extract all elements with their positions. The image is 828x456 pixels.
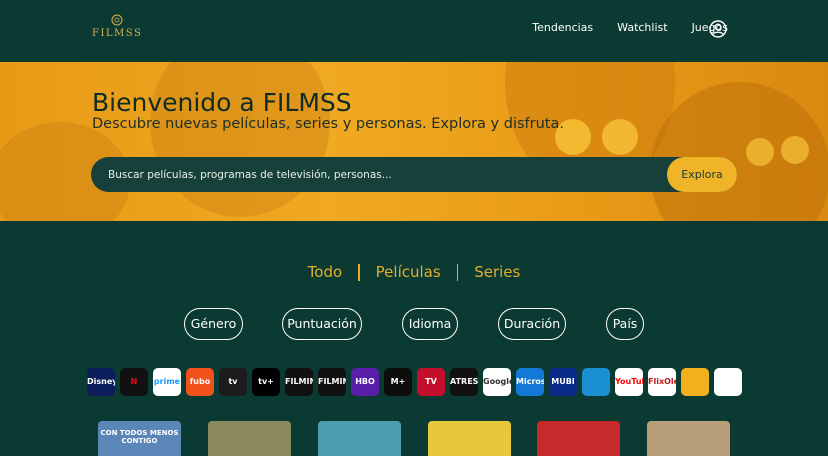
provider-apple-tv-icon[interactable]: tv [219,368,247,396]
search-input[interactable] [91,157,651,192]
filter-duracion[interactable]: Duración [498,308,566,340]
logo-emblem-icon [111,14,123,26]
nav-watchlist[interactable]: Watchlist [617,21,667,34]
provider-netflix-icon[interactable]: N [120,368,148,396]
provider-youtube-premium-icon[interactable]: YouTube Premium [615,368,643,396]
provider-mubi-icon[interactable]: MUBI [549,368,577,396]
provider-prime-video-icon[interactable]: prime video [153,368,181,396]
provider-fubo-icon[interactable]: fubo [186,368,214,396]
poster-1[interactable]: CON TODOS MENOS CONTIGO [98,421,181,456]
hero-banner: Bienvenido a FILMSS Descubre nuevas pelí… [0,62,828,221]
provider-filmin-kids-icon[interactable] [582,368,610,396]
filter-pais[interactable]: País [606,308,644,340]
explore-button[interactable]: Explora [667,157,737,192]
provider-filmbox-icon[interactable] [714,368,742,396]
top-header: FILMSS Tendencias Watchlist Juegos [0,0,828,62]
poster-4[interactable] [428,421,511,456]
user-circle-icon[interactable] [709,20,727,38]
filter-idioma[interactable]: Idioma [402,308,458,340]
provider-microsoft-icon[interactable]: Microsoft [516,368,544,396]
tab-todo[interactable]: Todo [292,263,359,281]
nav-tendencias[interactable]: Tendencias [532,21,593,34]
hero-title: Bienvenido a FILMSS [92,88,352,117]
poster-5[interactable] [537,421,620,456]
filter-puntuacion[interactable]: Puntuación [282,308,362,340]
hero-background-image [0,62,828,221]
poster-3[interactable] [318,421,401,456]
poster-title: CON TODOS MENOS CONTIGO [100,429,179,445]
filmss-logo[interactable]: FILMSS [92,14,142,44]
poster-2[interactable] [208,421,291,456]
provider-movistar-plus-icon[interactable]: M+ [384,368,412,396]
provider-google-play-icon[interactable]: Google Play [483,368,511,396]
provider-apple-tv-plus-icon[interactable]: tv+ [252,368,280,396]
provider-filmin-premier-icon[interactable]: FILMIN [318,368,346,396]
provider-yelo-icon[interactable] [681,368,709,396]
hero-subtitle: Descubre nuevas películas, series y pers… [92,116,564,132]
provider-hbo-max-icon[interactable]: HBO max [351,368,379,396]
tab-series[interactable]: Series [458,263,536,281]
main-nav: Tendencias Watchlist Juegos [532,21,728,34]
filter-genero[interactable]: Género [184,308,243,340]
provider-rakuten-tv-icon[interactable]: TV [417,368,445,396]
tab-peliculas[interactable]: Películas [360,263,457,281]
logo-text: FILMSS [92,28,143,39]
search-bar: Explora [91,157,737,192]
provider-flixole-icon[interactable]: FlixOlé [648,368,676,396]
provider-disney-plus-icon[interactable]: Disney+ [87,368,115,396]
content-type-tabs: Todo Películas Series [0,263,828,281]
provider-atres-player-icon[interactable]: ATRES player [450,368,478,396]
poster-6[interactable] [647,421,730,456]
provider-filmin-icon[interactable]: FILMIN [285,368,313,396]
